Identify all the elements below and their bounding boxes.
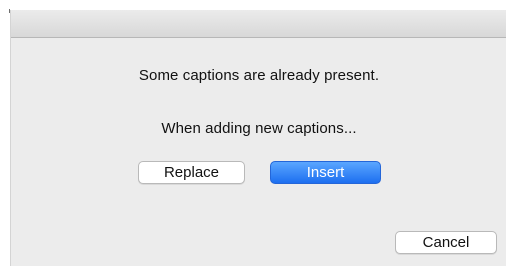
cancel-button[interactable]: Cancel — [395, 231, 497, 254]
dialog-message: Some captions are already present. — [138, 67, 380, 84]
replace-button[interactable]: Replace — [138, 161, 245, 184]
dialog-prompt: When adding new captions... — [161, 120, 357, 137]
screenshot-page: Some captions are already present. When … — [0, 0, 509, 266]
captions-dialog: Some captions are already present. When … — [10, 10, 506, 266]
dialog-titlebar[interactable] — [11, 10, 506, 38]
insert-button[interactable]: Insert — [270, 161, 381, 184]
